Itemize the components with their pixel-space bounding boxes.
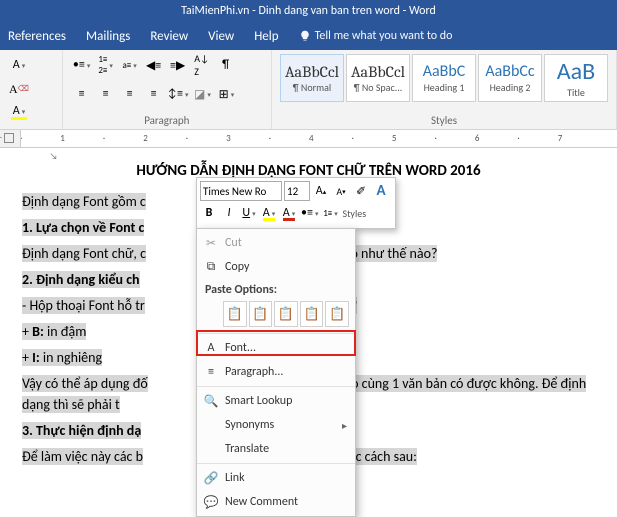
justify-button[interactable]: ≡ xyxy=(143,83,165,105)
separator xyxy=(197,386,355,387)
tab-selector[interactable]: ⌐ xyxy=(4,133,14,143)
tab-references[interactable]: References xyxy=(8,29,66,44)
italic-button[interactable]: I xyxy=(220,203,238,223)
mini-toolbar: A▴ A▾ ✐ A B I U A A •≡ 1≡ Styles xyxy=(196,177,396,229)
font-icon: A xyxy=(203,341,219,355)
scissors-icon: ✂ xyxy=(203,236,219,251)
align-right-button[interactable]: ≡ xyxy=(119,83,141,105)
search-icon: 🔍 xyxy=(203,394,219,409)
menu-new-comment[interactable]: 💬New Comment xyxy=(197,490,355,514)
numbering-button[interactable]: 1≡2≡ xyxy=(95,54,117,76)
menu-font[interactable]: AFont... xyxy=(197,336,355,360)
style-heading2[interactable]: AaBbCcHeading 2 xyxy=(478,54,542,102)
paste-keep-source[interactable]: 📋 xyxy=(223,301,247,327)
title-bar: TaiMienPhi.vn - Dinh dang van ban tren w… xyxy=(0,0,617,22)
font-size-button[interactable]: A xyxy=(8,54,30,76)
text-heading: 1. Lựa chọn về Font c xyxy=(22,219,144,236)
styles-group-label: Styles xyxy=(280,114,608,127)
text-line: + xyxy=(22,349,32,366)
style-heading1[interactable]: AaBbCHeading 1 xyxy=(412,54,476,102)
text-line: + xyxy=(22,323,32,340)
paste-options-row: 📋 📋 📋 📋 📋 xyxy=(197,299,355,331)
separator xyxy=(197,463,355,464)
shading-button[interactable]: ◪ xyxy=(191,83,213,105)
paste-merge[interactable]: 📋 xyxy=(249,301,273,327)
menu-link[interactable]: 🔗Link xyxy=(197,466,355,490)
menu-synonyms[interactable]: Synonyms xyxy=(197,413,355,437)
menu-bar: References Mailings Review View Help Tel… xyxy=(0,22,617,50)
link-icon: 🔗 xyxy=(203,471,219,486)
tab-mailings[interactable]: Mailings xyxy=(86,29,130,44)
menu-smart-lookup[interactable]: 🔍Smart Lookup xyxy=(197,389,355,413)
bold-button[interactable]: B xyxy=(200,203,218,223)
paragraph-group-label: Paragraph xyxy=(71,114,263,127)
paste-options-label: Paste Options: xyxy=(197,279,355,299)
style-normal[interactable]: AaBbCcl¶ Normal xyxy=(280,54,344,102)
menu-copy[interactable]: ⧉Copy xyxy=(197,255,355,279)
tab-review[interactable]: Review xyxy=(150,29,188,44)
text-highlight-button[interactable]: A xyxy=(8,100,30,122)
ribbon-group-paragraph: •≡ 1≡2≡ a≡ ◀≡ ≡▶ A↓Z ¶ ≡ ≡ ≡ ≡ ↕≡ ◪ ⊞ Pa… xyxy=(63,50,272,129)
context-menu: ✂Cut ⧉Copy Paste Options: 📋 📋 📋 📋 📋 AFon… xyxy=(196,228,356,517)
clear-formatting-button[interactable]: A⌫ xyxy=(8,78,30,100)
text-line: - Hộp thoại Font hỗ tr xyxy=(22,297,145,314)
text-line: Định dạng Font gồm c xyxy=(22,193,146,210)
decrease-indent-button[interactable]: ◀≡ xyxy=(143,54,165,76)
paste-default[interactable]: 📋 xyxy=(325,301,349,327)
mini-size-select[interactable] xyxy=(284,181,310,201)
tab-help[interactable]: Help xyxy=(254,29,278,44)
styles-pane-button[interactable]: A xyxy=(372,181,390,201)
paste-picture[interactable]: 📋 xyxy=(274,301,298,327)
paragraph-icon: ≡ xyxy=(203,365,219,379)
multilevel-list-button[interactable]: a≡ xyxy=(119,54,141,76)
ribbon-group-font-partial: A A⌫ A A ↘ xyxy=(0,50,63,129)
shrink-font-button[interactable]: A▾ xyxy=(332,181,350,201)
font-color-button[interactable]: A xyxy=(280,203,298,223)
tell-me-search[interactable]: Tell me what you want to do xyxy=(299,29,453,43)
numbering-button[interactable]: 1≡ xyxy=(321,203,339,223)
styles-label[interactable]: Styles xyxy=(341,203,367,223)
style-title[interactable]: AaBTitle xyxy=(544,54,608,102)
increase-indent-button[interactable]: ≡▶ xyxy=(167,54,189,76)
text-heading: 2. Định dạng kiểu ch xyxy=(22,271,140,288)
tab-view[interactable]: View xyxy=(208,29,234,44)
align-center-button[interactable]: ≡ xyxy=(95,83,117,105)
borders-button[interactable]: ⊞ xyxy=(215,83,237,105)
format-painter-icon[interactable]: ✐ xyxy=(352,181,370,201)
underline-button[interactable]: U xyxy=(240,203,258,223)
paste-text-only[interactable]: 📋 xyxy=(300,301,324,327)
document-title: TaiMienPhi.vn - Dinh dang van ban tren w… xyxy=(181,4,436,18)
text-line: Để làm việc này các b xyxy=(22,448,143,465)
lightbulb-icon xyxy=(299,30,311,42)
sort-button[interactable]: A↓Z xyxy=(191,54,213,76)
copy-icon: ⧉ xyxy=(203,260,219,274)
menu-paragraph[interactable]: ≡Paragraph... xyxy=(197,360,355,384)
show-hide-button[interactable]: ¶ xyxy=(215,54,237,76)
menu-cut: ✂Cut xyxy=(197,231,355,255)
separator xyxy=(197,333,355,334)
text-heading: 3. Thực hiện định dạ xyxy=(22,422,141,439)
menu-translate[interactable]: Translate xyxy=(197,437,355,461)
text-line: Định dạng Font chữ, c xyxy=(22,245,146,262)
style-no-spacing[interactable]: AaBbCcl¶ No Spac... xyxy=(346,54,410,102)
ribbon: A A⌫ A A ↘ •≡ 1≡2≡ a≡ ◀≡ ≡▶ A↓Z ¶ ≡ ≡ ≡ … xyxy=(0,50,617,130)
bullets-button[interactable]: •≡ xyxy=(71,54,93,76)
mini-font-select[interactable] xyxy=(200,181,282,201)
bullets-button[interactable]: •≡ xyxy=(300,203,319,223)
align-left-button[interactable]: ≡ xyxy=(71,83,93,105)
text-line: Vậy có thể áp dụng đố xyxy=(22,375,148,392)
line-spacing-button[interactable]: ↕≡ xyxy=(167,83,190,105)
comment-icon: 💬 xyxy=(203,495,219,510)
ruler[interactable]: ⌐ · 1 · 2 · 3 · 4 · 5 · 6 · 7 xyxy=(0,130,617,148)
ribbon-group-styles: AaBbCcl¶ Normal AaBbCcl¶ No Spac... AaBb… xyxy=(272,50,617,129)
highlight-button[interactable]: A xyxy=(260,203,278,223)
grow-font-button[interactable]: A▴ xyxy=(312,181,330,201)
